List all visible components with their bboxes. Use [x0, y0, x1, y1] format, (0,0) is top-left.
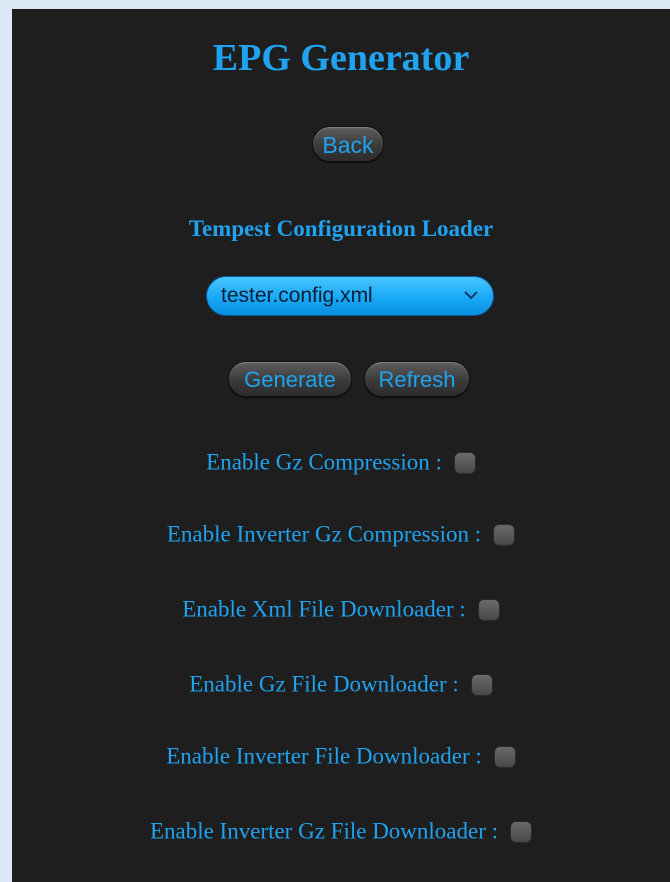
option-inverter-file-downloader: Enable Inverter File Downloader :: [12, 740, 670, 772]
epg-generator-panel: EPG Generator Back Tempest Configuration…: [12, 9, 670, 882]
option-label: Enable Inverter File Downloader :: [166, 743, 482, 769]
generate-button[interactable]: Generate: [228, 361, 352, 397]
option-inverter-gz-file-downloader: Enable Inverter Gz File Downloader :: [12, 815, 670, 847]
refresh-button[interactable]: Refresh: [364, 361, 470, 397]
config-select[interactable]: tester.config.xml: [206, 276, 494, 316]
option-label: Enable Inverter Gz Compression :: [166, 521, 482, 547]
gz-file-downloader-checkbox[interactable]: [470, 673, 493, 696]
option-label: Enable Xml File Downloader :: [182, 596, 466, 622]
option-label: Enable Gz File Downloader :: [189, 671, 459, 697]
inverter-gz-file-downloader-checkbox[interactable]: [510, 820, 533, 843]
chevron-down-icon: [464, 291, 478, 300]
back-button[interactable]: Back: [312, 126, 384, 162]
option-gz-file-downloader: Enable Gz File Downloader :: [12, 668, 670, 700]
option-label: Enable Gz Compression :: [206, 449, 442, 475]
xml-file-downloader-checkbox[interactable]: [477, 598, 500, 621]
config-select-value: tester.config.xml: [221, 284, 373, 307]
gz-compression-checkbox[interactable]: [453, 451, 476, 474]
inverter-file-downloader-checkbox[interactable]: [493, 745, 516, 768]
loader-title: Tempest Configuration Loader: [188, 216, 494, 241]
inverter-gz-compression-checkbox[interactable]: [493, 523, 516, 546]
option-inverter-gz-compression: Enable Inverter Gz Compression :: [12, 518, 670, 550]
option-label: Enable Inverter Gz File Downloader :: [149, 818, 499, 844]
option-xml-file-downloader: Enable Xml File Downloader :: [12, 593, 670, 625]
page-title: EPG Generator: [212, 37, 470, 79]
option-gz-compression: Enable Gz Compression :: [12, 446, 670, 478]
